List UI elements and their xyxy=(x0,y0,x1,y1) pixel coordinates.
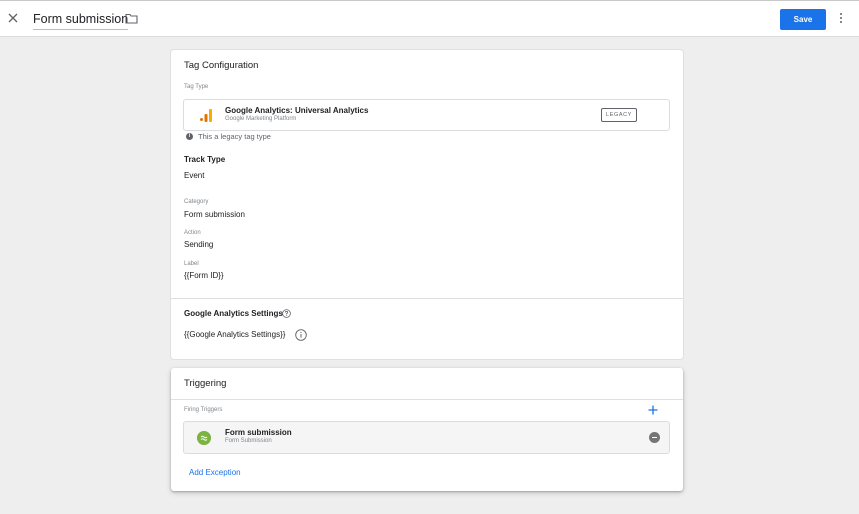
save-button[interactable]: Save xyxy=(780,9,826,30)
action-label: Action xyxy=(184,230,201,236)
remove-icon[interactable] xyxy=(649,432,660,443)
trigger-name: Form submission xyxy=(225,428,292,437)
divider xyxy=(171,399,683,400)
legacy-badge: LEGACY xyxy=(601,108,637,122)
tag-type-selector[interactable]: Google Analytics: Universal Analytics Go… xyxy=(183,99,670,131)
action-value[interactable]: Sending xyxy=(184,240,213,249)
help-icon[interactable] xyxy=(282,309,291,318)
tag-configuration-card[interactable]: Tag Configuration Tag Type Google Analyt… xyxy=(171,50,683,359)
variable-info-icon[interactable] xyxy=(295,329,307,341)
tag-type-label: Tag Type xyxy=(184,84,209,90)
form-trigger-icon xyxy=(197,431,211,445)
folder-icon[interactable] xyxy=(125,13,138,24)
label-value[interactable]: {{Form ID}} xyxy=(184,271,224,280)
triggering-card[interactable]: Triggering Firing Triggers Form submissi… xyxy=(171,368,683,491)
ga-settings-value[interactable]: {{Google Analytics Settings}} xyxy=(184,330,285,339)
label-label: Label xyxy=(184,261,199,267)
track-type-label: Track Type xyxy=(184,155,226,164)
trigger-row[interactable]: Form submission Form Submission xyxy=(183,421,670,454)
tag-type-vendor: Google Marketing Platform xyxy=(225,116,297,122)
ga-settings-label: Google Analytics Settings xyxy=(184,309,283,318)
trigger-type: Form Submission xyxy=(225,438,272,444)
triggering-title: Triggering xyxy=(184,378,227,389)
tag-type-name: Google Analytics: Universal Analytics xyxy=(225,106,369,115)
track-type-value[interactable]: Event xyxy=(184,171,204,180)
tag-name-input[interactable]: Form submission xyxy=(33,11,129,30)
legacy-notice-text: This a legacy tag type xyxy=(198,132,271,141)
tag-configuration-title: Tag Configuration xyxy=(184,60,259,71)
close-icon[interactable] xyxy=(6,11,20,25)
add-exception-link[interactable]: Add Exception xyxy=(189,468,241,477)
divider xyxy=(171,298,683,299)
firing-triggers-label: Firing Triggers xyxy=(184,407,223,413)
category-label: Category xyxy=(184,199,209,205)
google-analytics-icon xyxy=(200,109,212,122)
category-value[interactable]: Form submission xyxy=(184,210,245,219)
top-bar: Form submission Save xyxy=(0,0,859,37)
info-icon: i xyxy=(186,133,193,140)
more-vert-icon[interactable] xyxy=(836,12,846,28)
add-icon[interactable] xyxy=(647,404,659,416)
